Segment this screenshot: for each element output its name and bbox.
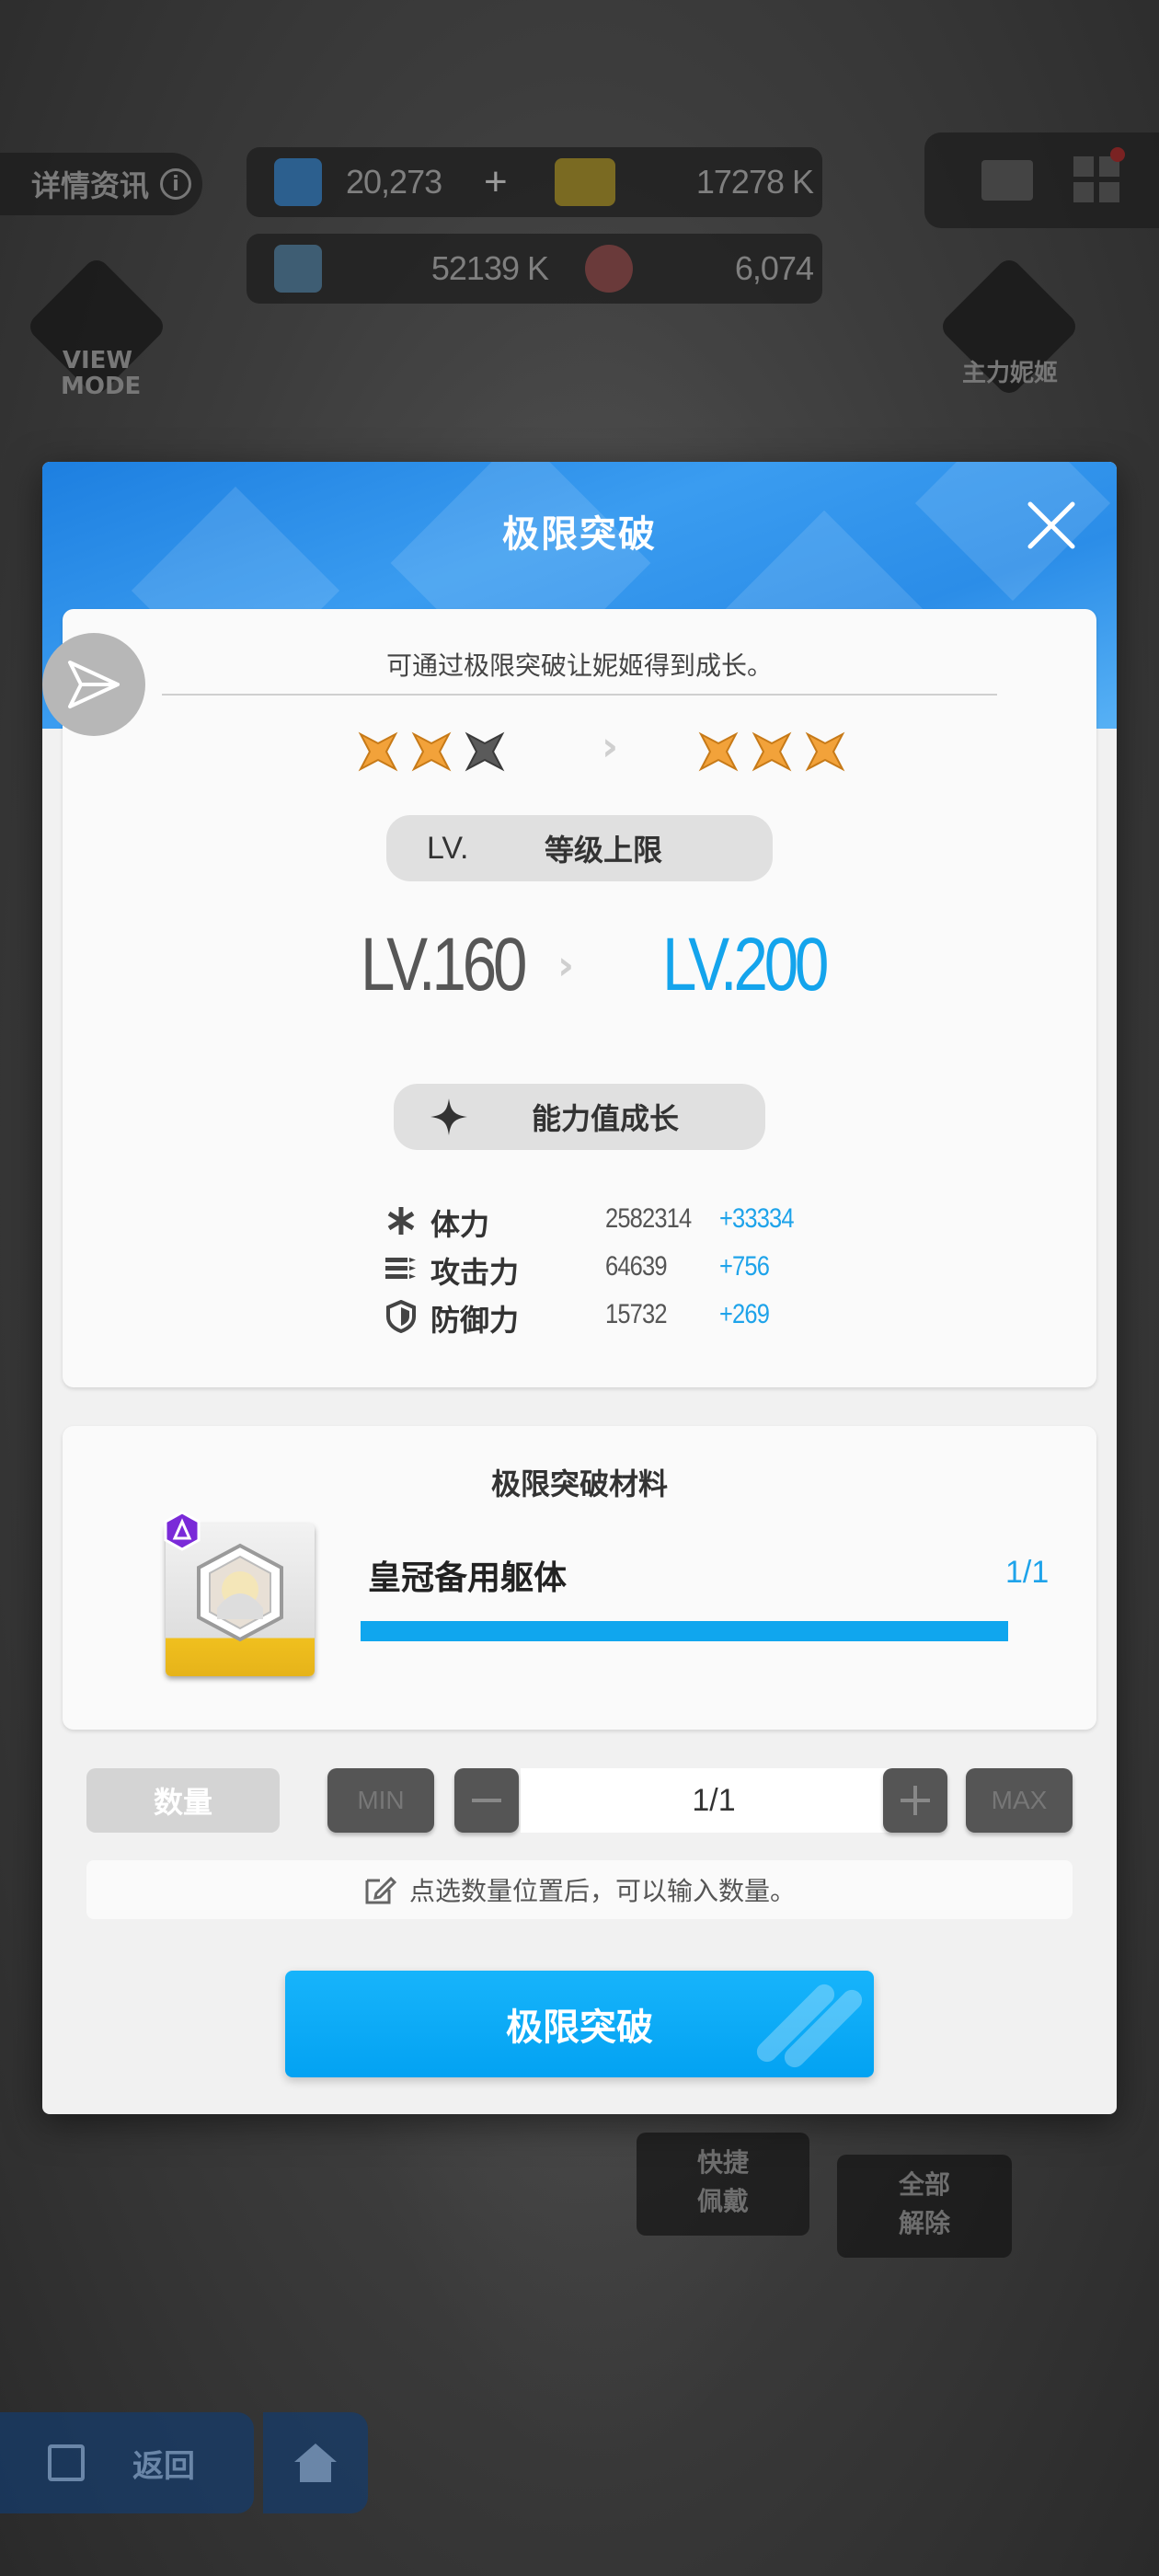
credit-card-icon: [554, 158, 615, 206]
stars-after: [697, 730, 846, 773]
quantity-label: 数量: [86, 1768, 280, 1833]
chevron-right-icon: ›: [602, 723, 619, 770]
divider: [162, 694, 997, 696]
material-name: 皇冠备用躯体: [368, 1559, 568, 1597]
sparkle-icon: [430, 1098, 467, 1135]
back-label: 返回: [132, 2447, 195, 2485]
star-empty-icon: [465, 731, 505, 772]
level-cap-prefix: LV.: [427, 830, 469, 866]
stat-increase: +756: [719, 1251, 770, 1282]
add-gem-button[interactable]: +: [484, 159, 508, 205]
back-button[interactable]: 返回: [0, 2412, 254, 2513]
growth-card: 可通过极限突破让妮姬得到成长。 › LV. 等级上限 LV.160 › LV.2…: [42, 609, 1096, 1387]
close-icon: [1027, 501, 1075, 549]
quantity-row: 数量 MIN MAX: [42, 1768, 1117, 1833]
main-nikke-label: 主力妮姬: [961, 360, 1058, 387]
credit-amount: 17278 K: [695, 163, 814, 201]
remove-all-button[interactable]: 全部 解除: [837, 2155, 1012, 2258]
material-count: 1/1: [1005, 1555, 1050, 1590]
stat-row-defense: 防御力 15732 +269: [63, 1294, 1096, 1340]
material-progress-bar: [361, 1621, 1008, 1641]
hp-asterisk-icon: [387, 1207, 415, 1235]
stat-value: 64639: [605, 1251, 668, 1282]
limit-break-dialog: 极限突破 可通过极限突破让妮姬得到成长。 › LV. 等级上限 LV.160 ›…: [42, 462, 1117, 2114]
core-dust-icon: [585, 245, 633, 293]
stat-name: 防御力: [430, 1303, 520, 1338]
mail-menu-pill: [924, 132, 1159, 228]
close-button[interactable]: [1025, 499, 1078, 552]
stat-increase: +33334: [719, 1203, 795, 1234]
stars-before: [357, 730, 506, 773]
level-cap-header: LV. 等级上限: [386, 815, 773, 881]
defense-shield-icon: [386, 1300, 416, 1333]
detail-info-label: 详情资讯: [31, 168, 150, 203]
stat-value: 15732: [605, 1299, 668, 1329]
bottom-nav: 返回: [0, 2412, 368, 2513]
level-cap-label: 等级上限: [545, 833, 663, 868]
stat-row-attack: 攻击力 64639 +756: [63, 1246, 1096, 1292]
material-progress-fill: [361, 1621, 1008, 1641]
attack-ammo-icon: [385, 1258, 416, 1279]
rarity-badge-icon: [164, 1511, 201, 1551]
gem-icon: [274, 158, 322, 206]
chevron-right-icon: ›: [557, 942, 575, 989]
battle-data-amount: 52139 K: [430, 249, 549, 287]
quantity-hint: 点选数量位置后，可以输入数量。: [86, 1860, 1073, 1919]
battle-data-icon: [274, 245, 322, 293]
stat-value: 2582314: [605, 1203, 692, 1234]
home-icon: [294, 2444, 337, 2482]
exit-icon: [48, 2444, 85, 2481]
minus-icon: [472, 1799, 501, 1802]
decrement-button[interactable]: [454, 1768, 519, 1833]
limit-break-confirm-button[interactable]: 极限突破: [285, 1971, 874, 2077]
materials-title: 极限突破材料: [490, 1466, 668, 1501]
quantity-input[interactable]: [521, 1768, 907, 1833]
nikke-portrait-icon: [197, 1543, 283, 1642]
min-button[interactable]: MIN: [327, 1768, 434, 1833]
star-filled-icon: [752, 731, 792, 772]
confirm-label: 极限突破: [506, 2007, 653, 2049]
notification-dot: [1110, 147, 1125, 162]
mail-icon[interactable]: [981, 160, 1033, 201]
core-dust-amount: 6,074: [734, 249, 814, 287]
dialog-description: 可通过极限突破让妮姬得到成长。: [385, 650, 773, 681]
level-after: LV.200: [662, 923, 829, 1006]
stat-row-hp: 体力 2582314 +33334: [63, 1198, 1096, 1244]
materials-card: 极限突破材料 皇冠备用躯体 1/1: [63, 1426, 1096, 1730]
level-before: LV.160: [361, 923, 527, 1006]
gem-amount: 20,273: [346, 163, 442, 201]
menu-grid-icon[interactable]: [1073, 147, 1125, 202]
resource-bar-bottom: 52139 K 6,074: [247, 234, 822, 304]
increment-button[interactable]: [883, 1768, 947, 1833]
star-filled-icon: [358, 731, 398, 772]
plus-icon: [901, 1786, 930, 1815]
info-icon: i: [160, 168, 191, 200]
hint-text: 点选数量位置后，可以输入数量。: [408, 1876, 796, 1906]
star-filled-icon: [411, 731, 452, 772]
quick-equip-button[interactable]: 快捷 佩戴: [637, 2133, 809, 2236]
view-mode-label: VIEW MODE: [61, 347, 142, 400]
dialog-title: 极限突破: [502, 513, 657, 556]
star-filled-icon: [805, 731, 845, 772]
detail-info-tag[interactable]: 详情资讯 i: [0, 153, 202, 215]
home-button[interactable]: [263, 2412, 368, 2513]
star-filled-icon: [698, 731, 739, 772]
stat-growth-header: 能力值成长: [394, 1084, 765, 1150]
edit-icon: [365, 1876, 396, 1904]
stat-increase: +269: [719, 1299, 770, 1329]
resource-bar-top: 20,273 + 17278 K: [247, 147, 822, 217]
stat-name: 体力: [430, 1207, 490, 1242]
max-button[interactable]: MAX: [966, 1768, 1073, 1833]
stat-growth-label: 能力值成长: [532, 1101, 680, 1136]
stat-name: 攻击力: [430, 1255, 520, 1290]
